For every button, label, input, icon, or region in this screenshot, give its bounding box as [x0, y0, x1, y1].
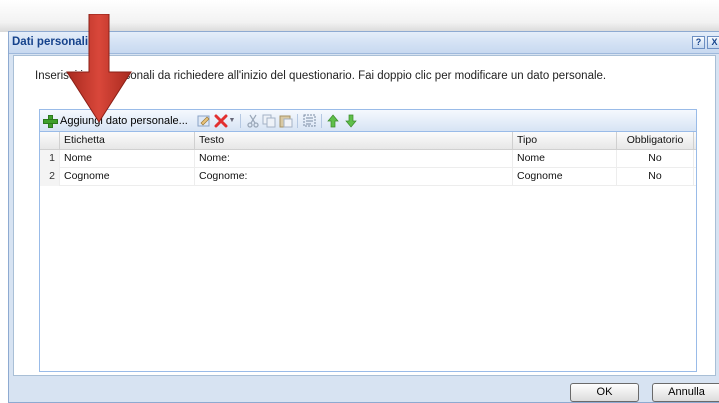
move-up-icon[interactable]	[326, 114, 340, 128]
callout-arrow-icon	[58, 13, 138, 124]
toolbar-separator	[321, 114, 322, 128]
header-etichetta[interactable]: Etichetta	[60, 132, 195, 149]
header-rownum	[40, 132, 60, 149]
copy-icon[interactable]	[262, 114, 276, 128]
cut-icon[interactable]	[246, 114, 260, 128]
toolbar-separator	[297, 114, 298, 128]
grid-header: Etichetta Testo Tipo Obbligatorio	[40, 132, 696, 150]
ok-button[interactable]: OK	[570, 383, 639, 402]
personal-data-grid: Aggiungi dato personale... ▼ Etichetta T…	[39, 109, 697, 372]
row-number: 2	[40, 168, 60, 186]
add-icon	[43, 114, 58, 128]
header-obbligatorio[interactable]: Obbligatorio	[617, 132, 694, 149]
select-all-icon[interactable]	[303, 114, 317, 128]
paste-icon[interactable]	[279, 114, 293, 128]
cell-etichetta[interactable]: Nome	[60, 150, 195, 168]
cell-obbligatorio[interactable]: No	[617, 150, 694, 168]
table-row[interactable]: 2 Cognome Cognome: Cognome No	[40, 168, 696, 186]
table-row[interactable]: 1 Nome Nome: Nome No	[40, 150, 696, 168]
header-tipo[interactable]: Tipo	[513, 132, 617, 149]
grid-toolbar: Aggiungi dato personale... ▼	[40, 110, 696, 132]
cell-obbligatorio[interactable]: No	[617, 168, 694, 186]
move-down-icon[interactable]	[344, 114, 358, 128]
edit-icon[interactable]	[197, 114, 211, 128]
cell-tipo[interactable]: Cognome	[513, 168, 617, 186]
toolbar-separator	[240, 114, 241, 128]
delete-dropdown-icon[interactable]: ▼	[228, 114, 236, 128]
close-button[interactable]: X	[707, 36, 719, 49]
row-number: 1	[40, 150, 60, 168]
cell-testo[interactable]: Cognome:	[195, 168, 513, 186]
cell-tipo[interactable]: Nome	[513, 150, 617, 168]
cancel-button[interactable]: Annulla	[652, 383, 719, 402]
delete-icon[interactable]	[214, 114, 228, 128]
cell-etichetta[interactable]: Cognome	[60, 168, 195, 186]
header-testo[interactable]: Testo	[195, 132, 513, 149]
cell-testo[interactable]: Nome:	[195, 150, 513, 168]
help-button[interactable]: ?	[692, 36, 705, 49]
